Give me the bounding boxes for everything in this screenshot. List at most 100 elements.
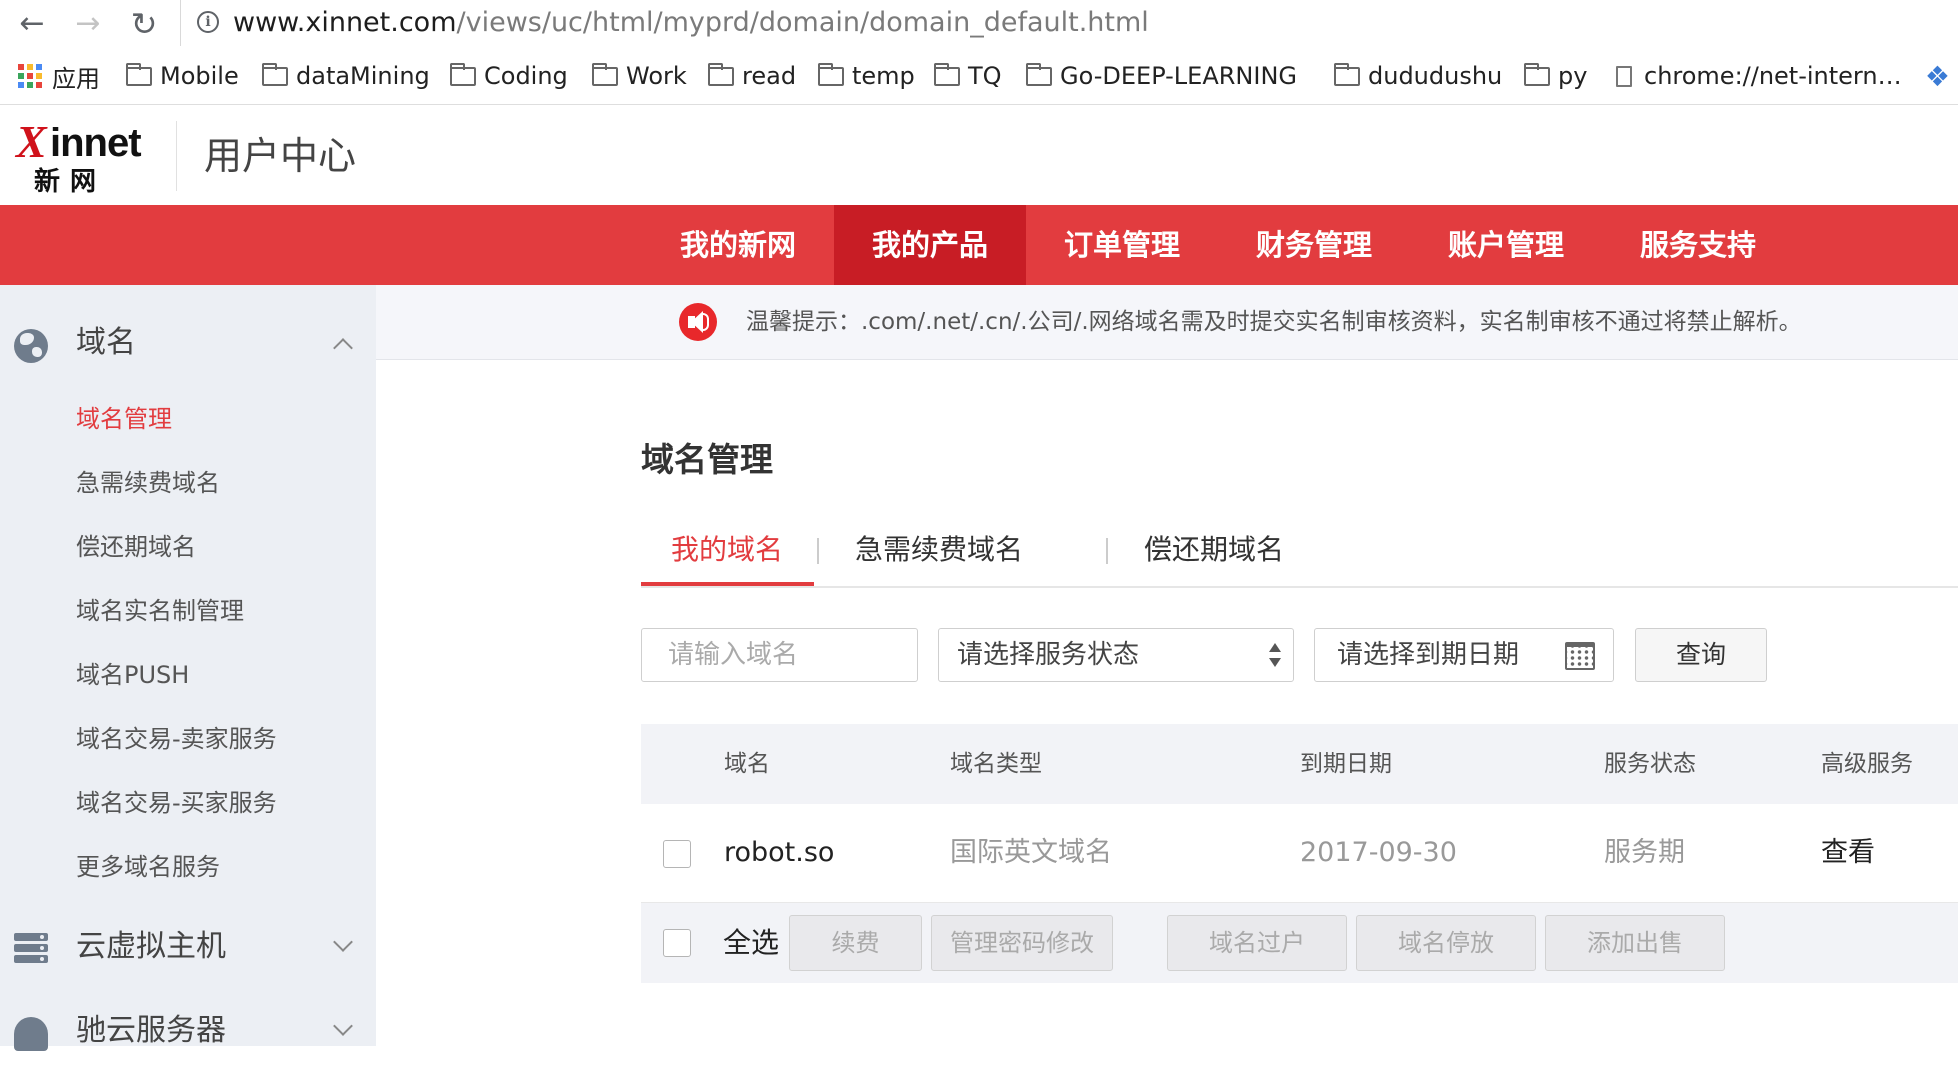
- bookmark-page[interactable]: chrome://net-intern…: [1616, 58, 1902, 94]
- nav-my-xinnet[interactable]: 我的新网: [642, 205, 834, 285]
- folder-icon: [1334, 62, 1360, 86]
- bookmark-label: TQ: [968, 62, 1002, 90]
- apps-grid-icon: [18, 64, 42, 88]
- sidebar-group-label: 驰云服务器: [76, 1013, 226, 1048]
- domain-search-input[interactable]: 请输入域名: [641, 628, 918, 682]
- bookmark-label: Coding: [484, 62, 568, 90]
- transfer-domain-button[interactable]: 域名过户: [1167, 915, 1347, 971]
- page-icon: [1616, 65, 1632, 87]
- bookmark-label: 应用: [52, 64, 100, 93]
- select-all-label[interactable]: 全选: [723, 923, 779, 963]
- column-header-domain-type: 域名类型: [950, 751, 1042, 777]
- column-header-advanced-service: 高级服务: [1821, 751, 1913, 777]
- extension-icon[interactable]: ❖: [1925, 60, 1950, 93]
- service-status-value: 请选择服务状态: [957, 640, 1140, 670]
- bookmark-label: dataMining: [296, 62, 430, 90]
- nav-my-products[interactable]: 我的产品: [834, 205, 1026, 285]
- chevron-down-icon[interactable]: [333, 932, 353, 952]
- sidebar-item-more-domain-services[interactable]: 更多域名服务: [76, 850, 220, 884]
- forward-arrow-icon[interactable]: →: [68, 4, 108, 44]
- change-password-button[interactable]: 管理密码修改: [931, 915, 1113, 971]
- sidebar-item-redemption-period[interactable]: 偿还期域名: [76, 530, 196, 564]
- select-all-checkbox[interactable]: [663, 929, 691, 957]
- sidebar-item-seller-service[interactable]: 域名交易-卖家服务: [76, 722, 277, 756]
- bookmark-folder[interactable]: py: [1524, 58, 1587, 94]
- bookmark-folder[interactable]: Mobile: [126, 58, 239, 94]
- bookmark-apps[interactable]: 应用: [18, 58, 100, 94]
- top-navigation: 我的新网 我的产品 订单管理 财务管理 账户管理 服务支持: [0, 205, 1958, 285]
- bookmark-folder[interactable]: Coding: [450, 58, 568, 94]
- folder-icon: [126, 62, 152, 86]
- bookmark-folder[interactable]: TQ: [934, 58, 1002, 94]
- url-text[interactable]: www.xinnet.com/views/uc/html/myprd/domai…: [233, 6, 1149, 40]
- chevron-down-icon[interactable]: [333, 1016, 353, 1036]
- calendar-icon[interactable]: [1565, 642, 1595, 670]
- sidebar-item-domain-management[interactable]: 域名管理: [76, 402, 172, 436]
- sidebar-item-urgent-renewal[interactable]: 急需续费域名: [76, 466, 220, 500]
- globe-icon: [14, 329, 48, 363]
- bookmark-folder[interactable]: temp: [818, 58, 915, 94]
- bookmark-folder[interactable]: Work: [592, 58, 687, 94]
- sidebar-item-real-name[interactable]: 域名实名制管理: [76, 594, 244, 628]
- xinnet-logo[interactable]: X innet 新网: [16, 119, 156, 198]
- bookmark-folder[interactable]: read: [708, 58, 796, 94]
- park-domain-button[interactable]: 域名停放: [1356, 915, 1536, 971]
- folder-icon: [262, 62, 288, 86]
- row-checkbox[interactable]: [663, 840, 691, 868]
- query-button[interactable]: 查询: [1635, 628, 1767, 682]
- chevron-up-icon[interactable]: [333, 338, 353, 358]
- sidebar-item-buyer-service[interactable]: 域名交易-买家服务: [76, 786, 277, 820]
- sidebar-group-cloud-server[interactable]: 驰云服务器: [0, 993, 376, 1073]
- page-header-title: 用户中心: [204, 134, 357, 178]
- bookmark-folder[interactable]: Go-DEEP-LEARNING: [1026, 58, 1297, 94]
- tab-redemption-period[interactable]: 偿还期域名: [1144, 528, 1284, 572]
- table-footer: 全选 续费 管理密码修改 域名过户 域名停放 添加出售: [641, 903, 1958, 983]
- expiry-date-picker[interactable]: 请选择到期日期: [1314, 628, 1614, 682]
- bookmark-label: Mobile: [160, 62, 239, 90]
- column-header-expiry-date: 到期日期: [1300, 751, 1392, 777]
- notice-text: 温馨提示：.com/.net/.cn/.公司/.网络域名需及时提交实名制审核资料…: [746, 309, 1802, 335]
- view-link[interactable]: 查看: [1821, 834, 1875, 872]
- sidebar-group-domain[interactable]: 域名: [0, 305, 376, 385]
- cell-domain[interactable]: robot.so: [724, 834, 834, 872]
- browser-address-bar: ← → ↻ i www.xinnet.com/views/uc/html/myp…: [0, 0, 1958, 49]
- nav-service-support[interactable]: 服务支持: [1602, 205, 1794, 285]
- sidebar-group-virtual-host[interactable]: 云虚拟主机: [0, 909, 376, 989]
- url-omnibox[interactable]: i www.xinnet.com/views/uc/html/myprd/dom…: [180, 0, 1958, 46]
- tab-my-domains[interactable]: 我的域名: [671, 528, 783, 572]
- folder-icon: [592, 62, 618, 86]
- sidebar-item-domain-push[interactable]: 域名PUSH: [76, 658, 189, 692]
- url-path: /views/uc/html/myprd/domain/domain_defau…: [456, 7, 1149, 38]
- bookmark-label: temp: [852, 62, 915, 90]
- tab-urgent-renewal[interactable]: 急需续费域名: [855, 528, 1023, 572]
- back-arrow-icon[interactable]: ←: [12, 4, 52, 44]
- nav-account-management[interactable]: 账户管理: [1410, 205, 1602, 285]
- cell-service-status: 服务期: [1604, 837, 1685, 868]
- sidebar: 域名 域名管理 急需续费域名 偿还期域名 域名实名制管理 域名PUSH 域名交易…: [0, 285, 376, 1051]
- column-header-domain: 域名: [724, 751, 770, 777]
- bookmarks-bar: 应用 Mobile dataMining Coding Work read te…: [0, 48, 1958, 105]
- site-info-icon[interactable]: i: [197, 11, 219, 33]
- speaker-icon: [679, 303, 717, 341]
- bookmark-folder[interactable]: dataMining: [262, 58, 430, 94]
- folder-icon: [450, 62, 476, 86]
- header-divider: [176, 121, 177, 191]
- bookmark-label: dududushu: [1368, 62, 1503, 90]
- domain-search-placeholder: 请输入域名: [668, 640, 799, 670]
- folder-icon: [1026, 62, 1052, 86]
- server-icon: [14, 933, 48, 967]
- bookmark-label: Go-DEEP-LEARNING: [1060, 62, 1298, 90]
- expiry-date-placeholder: 请选择到期日期: [1337, 640, 1520, 670]
- service-status-select[interactable]: 请选择服务状态: [938, 628, 1294, 682]
- nav-finance-management[interactable]: 财务管理: [1218, 205, 1410, 285]
- bookmark-label: chrome://net-intern…: [1644, 62, 1902, 90]
- cell-expiry-date: 2017-09-30: [1300, 837, 1457, 868]
- column-header-service-status: 服务状态: [1604, 751, 1696, 777]
- reload-icon[interactable]: ↻: [124, 4, 164, 44]
- page-title: 域名管理: [641, 440, 773, 479]
- renew-button[interactable]: 续费: [789, 915, 922, 971]
- nav-order-management[interactable]: 订单管理: [1026, 205, 1218, 285]
- list-for-sale-button[interactable]: 添加出售: [1545, 915, 1725, 971]
- bookmark-label: py: [1558, 62, 1588, 90]
- bookmark-folder[interactable]: dududushu: [1334, 58, 1502, 94]
